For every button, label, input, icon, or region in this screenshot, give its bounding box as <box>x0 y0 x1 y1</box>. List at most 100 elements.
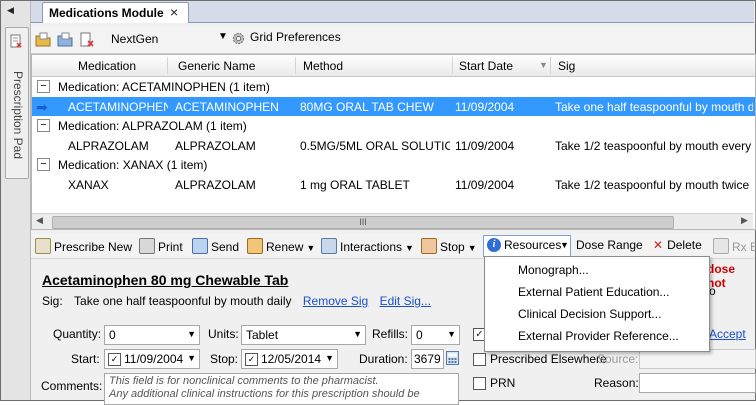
table-row[interactable]: ALPRAZOLAM ALPRAZOLAM 0.5MG/5ML ORAL SOL… <box>32 136 755 156</box>
source-field[interactable] <box>639 349 756 369</box>
source-label: Source: <box>597 352 639 366</box>
renew-icon <box>247 238 263 254</box>
stop-value: 12/05/2014 <box>261 352 322 366</box>
print-button[interactable]: Print <box>139 238 183 254</box>
cell-generic-name: ALPRAZOLAM <box>175 139 256 153</box>
rx-e-button[interactable]: Rx E <box>713 238 756 254</box>
menu-item-clinical-decision-support[interactable]: Clinical Decision Support... <box>518 307 661 321</box>
reason-field[interactable] <box>639 373 756 393</box>
medications-grid: Medication Generic Name Method Start Dat… <box>31 54 756 230</box>
menu-item-external-provider-reference[interactable]: External Provider Reference... <box>518 329 679 343</box>
column-header-sig[interactable]: Sig <box>558 59 575 73</box>
close-icon[interactable]: × <box>170 4 178 20</box>
cell-sig: Take one half teaspoonful by mouth daily <box>555 100 753 114</box>
quantity-label: Quantity: <box>53 327 102 341</box>
collapse-group-icon[interactable]: − <box>37 119 50 132</box>
folder-open-icon[interactable] <box>35 32 51 48</box>
interactions-button[interactable]: Interactions ▼ <box>321 238 414 254</box>
column-header-medication[interactable]: Medication <box>78 59 136 73</box>
menu-item-external-patient-education[interactable]: External Patient Education... <box>518 285 669 299</box>
collapse-group-icon[interactable]: − <box>37 158 50 171</box>
scrollbar-thumb[interactable]: III <box>52 216 674 229</box>
delete-x-icon: ✕ <box>653 238 664 252</box>
duration-field[interactable]: 3679 <box>411 349 444 369</box>
provider-select[interactable]: NextGen ▼ <box>111 29 231 49</box>
chevron-down-icon: ▼ <box>447 329 456 339</box>
prescribed-elsewhere-checkbox[interactable] <box>473 353 486 366</box>
collapse-left-icon[interactable]: ◀ <box>7 5 14 16</box>
stop-date-picker[interactable]: ✓ 12/05/2014 ▼ <box>241 349 338 369</box>
delete-label: Delete <box>667 238 702 252</box>
send-button[interactable]: Send <box>192 238 239 254</box>
start-checkbox[interactable]: ✓ <box>108 353 121 366</box>
printer-icon <box>139 238 155 254</box>
stop-button[interactable]: Stop ▼ <box>421 238 477 254</box>
group-label: Medication: ALPRAZOLAM (1 item) <box>58 119 247 133</box>
cell-method: 1 mg ORAL TABLET <box>300 178 410 192</box>
calculator-icon[interactable] <box>446 351 459 365</box>
column-header-start-date[interactable]: Start Date <box>459 59 513 73</box>
chevron-down-icon: ▼ <box>187 353 196 363</box>
chevron-down-icon: ▼ <box>353 329 362 339</box>
refills-label: Refills: <box>372 327 409 341</box>
folder-list-icon[interactable] <box>57 32 73 48</box>
resources-menu: Monograph... External Patient Education.… <box>484 256 710 352</box>
cell-generic-name: ACETAMINOPHEN <box>175 100 279 114</box>
cell-method: 80MG ORAL TAB CHEW <box>300 100 434 114</box>
stop-label: Stop <box>440 240 465 254</box>
sort-indicator-icon: ▼ <box>539 60 548 70</box>
grid-header: Medication Generic Name Method Start Dat… <box>32 55 755 77</box>
document-remove-icon[interactable] <box>79 32 95 48</box>
cell-medication: ALPRAZOLAM <box>68 139 149 153</box>
prescription-pad-tab[interactable]: Prescription Pad <box>5 27 29 179</box>
send-icon <box>192 238 208 254</box>
prn-label: PRN <box>490 376 516 390</box>
column-header-generic-name[interactable]: Generic Name <box>178 59 255 73</box>
cell-start-date: 11/09/2004 <box>455 100 515 114</box>
collapse-group-icon[interactable]: − <box>37 80 50 93</box>
units-select[interactable]: Tablet ▼ <box>241 325 366 345</box>
cell-medication: ACETAMINOPHEN <box>68 100 168 114</box>
tab-medications-module[interactable]: Medications Module × <box>42 2 189 23</box>
quantity-field[interactable]: 0 ▼ <box>104 325 200 345</box>
accept-link[interactable]: Accept <box>709 327 746 341</box>
menu-item-monograph[interactable]: Monograph... <box>518 263 589 277</box>
sig-label: Sig: <box>42 294 63 308</box>
edit-sig-link[interactable]: Edit Sig... <box>380 294 431 308</box>
start-date-picker[interactable]: ✓ 11/09/2004 ▼ <box>104 349 200 369</box>
group-label: Medication: ACETAMINOPHEN (1 item) <box>58 80 270 94</box>
chevron-down-icon: ▼ <box>467 243 477 253</box>
stop-checkbox[interactable]: ✓ <box>245 353 258 366</box>
scroll-right-icon[interactable]: ▶ <box>741 215 748 226</box>
prescription-pad-label: Prescription Pad <box>11 70 25 160</box>
units-value: Tablet <box>246 328 279 342</box>
table-row[interactable]: ➡ ACETAMINOPHEN ACETAMINOPHEN 80MG ORAL … <box>32 97 755 117</box>
duration-value: 3679 <box>414 352 441 366</box>
refills-select[interactable]: 0 ▼ <box>411 325 460 345</box>
prescribe-new-button[interactable]: Prescribe New <box>35 238 132 254</box>
group-row[interactable]: − Medication: ALPRAZOLAM (1 item) <box>32 116 755 136</box>
prn-checkbox[interactable] <box>473 377 486 390</box>
horizontal-scrollbar[interactable]: ◀ III ▶ <box>32 213 753 229</box>
column-header-method[interactable]: Method <box>303 59 343 73</box>
prescribed-elsewhere-label: Prescribed Elsewhere <box>490 352 607 366</box>
prescribe-new-label: Prescribe New <box>54 240 133 254</box>
tab-title: Medications Module <box>49 6 164 20</box>
scroll-left-icon[interactable]: ◀ <box>36 215 43 226</box>
dose-range-button[interactable]: Dose Range <box>576 238 643 252</box>
resources-button[interactable]: i Resources ▼ <box>483 235 571 257</box>
renew-button[interactable]: Renew ▼ <box>247 238 315 254</box>
remove-sig-link[interactable]: Remove Sig <box>303 294 368 308</box>
prescription-pad-icon <box>10 34 22 48</box>
group-row[interactable]: − Medication: XANAX (1 item) <box>32 155 755 175</box>
group-row[interactable]: − Medication: ACETAMINOPHEN (1 item) <box>32 77 755 97</box>
delete-button[interactable]: ✕ Delete <box>653 238 702 252</box>
column-divider <box>452 57 453 74</box>
print-label: Print <box>158 240 183 254</box>
comments-placeholder-line2: Any additional clinical instructions for… <box>109 388 420 400</box>
gear-icon <box>232 32 245 45</box>
reason-label: Reason: <box>594 376 639 390</box>
provider-value: NextGen <box>111 32 159 46</box>
comments-textarea[interactable]: This field is for nonclinical comments t… <box>104 373 459 405</box>
table-row[interactable]: XANAX ALPRAZOLAM 1 mg ORAL TABLET 11/09/… <box>32 175 755 195</box>
